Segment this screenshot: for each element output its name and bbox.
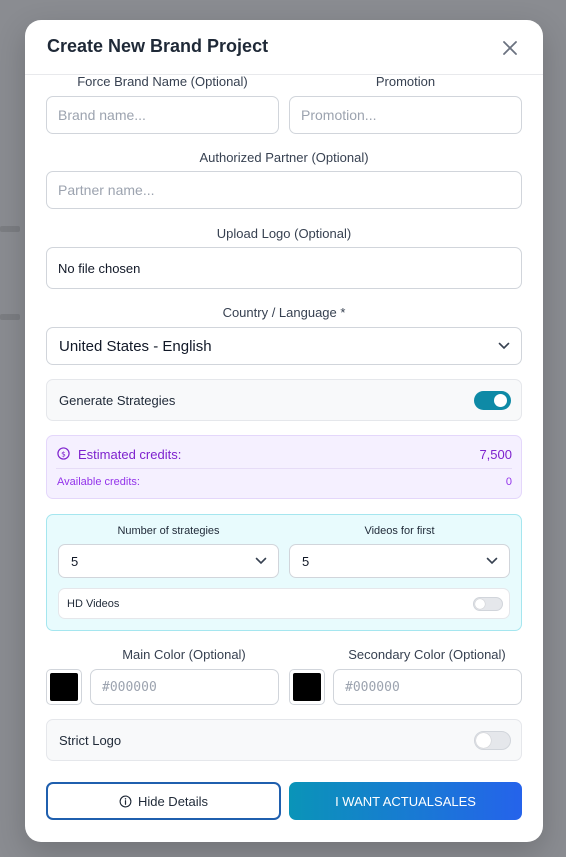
strict-logo-row: Strict Logo: [46, 719, 522, 761]
submit-button[interactable]: I WANT ACTUALSALES: [289, 782, 522, 820]
chevron-down-icon: [486, 557, 498, 565]
close-button[interactable]: [499, 37, 521, 59]
svg-text:$: $: [61, 449, 66, 458]
partner-label: Authorized Partner (Optional): [199, 150, 369, 165]
estimated-credits-value: 7,500: [479, 447, 512, 462]
generate-strategies-row: Generate Strategies: [46, 379, 522, 421]
hide-details-label: Hide Details: [137, 793, 209, 809]
backdrop-fragment: [0, 226, 20, 232]
brand-name-label: Force Brand Name (Optional): [77, 74, 248, 89]
toggle-knob: [475, 599, 485, 609]
dollar-circle-icon: $: [57, 447, 70, 460]
main-color-placeholder: #000000: [102, 679, 157, 695]
logo-label: Upload Logo (Optional): [216, 226, 352, 241]
hide-details-button[interactable]: Hide Details: [46, 782, 281, 820]
partner-placeholder: Partner name...: [58, 182, 155, 198]
secondary-color-fill: [293, 673, 321, 701]
brand-name-input[interactable]: Brand name...: [46, 96, 279, 134]
logo-file-status: No file chosen: [58, 260, 141, 276]
modal-title: Create New Brand Project: [47, 36, 269, 56]
logo-file-input[interactable]: No file chosen: [46, 247, 522, 289]
available-credits-value: 0: [505, 476, 512, 488]
main-color-swatch[interactable]: [46, 669, 82, 705]
chevron-down-icon: [498, 342, 510, 350]
submit-label: I WANT ACTUALSALES: [335, 793, 476, 809]
promotion-input[interactable]: Promotion...: [289, 96, 522, 134]
strict-logo-toggle[interactable]: [474, 731, 511, 750]
strategies-count-select[interactable]: 5: [58, 544, 279, 578]
available-credits-label: Available credits:: [57, 476, 140, 488]
create-brand-modal: Create New Brand Project Force Brand Nam…: [25, 20, 543, 842]
close-icon: [503, 41, 517, 55]
secondary-color-placeholder: #000000: [345, 679, 400, 695]
country-select[interactable]: United States - English: [46, 327, 522, 365]
generate-strategies-label: Generate Strategies: [59, 392, 176, 408]
generate-strategies-toggle[interactable]: [474, 391, 511, 410]
strategies-count-label: Number of strategies: [117, 525, 220, 537]
promotion-placeholder: Promotion...: [301, 107, 377, 123]
hd-videos-label: HD Videos: [67, 597, 120, 610]
estimated-credits-label: Estimated credits:: [78, 447, 182, 462]
chevron-down-icon: [255, 557, 267, 565]
info-icon: [119, 795, 132, 807]
backdrop-fragment: [0, 314, 20, 320]
videos-first-label: Videos for first: [364, 525, 435, 537]
country-selected: United States - English: [59, 337, 212, 355]
promotion-label: Promotion: [375, 74, 436, 89]
credits-panel: $ Estimated credits: 7,500 Available cre…: [46, 435, 522, 499]
secondary-color-label: Secondary Color (Optional): [348, 647, 506, 662]
toggle-knob: [476, 733, 491, 748]
toggle-knob: [494, 394, 507, 407]
partner-input[interactable]: Partner name...: [46, 171, 522, 209]
main-color-label: Main Color (Optional): [122, 647, 246, 662]
videos-first-value: 5: [302, 553, 310, 569]
hd-videos-row: HD Videos: [58, 588, 510, 619]
brand-name-placeholder: Brand name...: [58, 107, 146, 123]
videos-first-select[interactable]: 5: [289, 544, 510, 578]
secondary-color-swatch[interactable]: [289, 669, 325, 705]
main-color-fill: [50, 673, 78, 701]
strategies-panel: Number of strategies Videos for first 5 …: [46, 514, 522, 631]
credits-divider: [56, 468, 512, 469]
country-label: Country / Language *: [222, 305, 346, 320]
strict-logo-label: Strict Logo: [59, 732, 122, 748]
secondary-color-input[interactable]: #000000: [333, 669, 522, 705]
hd-videos-toggle[interactable]: [473, 597, 503, 611]
main-color-input[interactable]: #000000: [90, 669, 279, 705]
modal-header: Create New Brand Project: [25, 20, 543, 75]
strategies-count-value: 5: [71, 553, 79, 569]
